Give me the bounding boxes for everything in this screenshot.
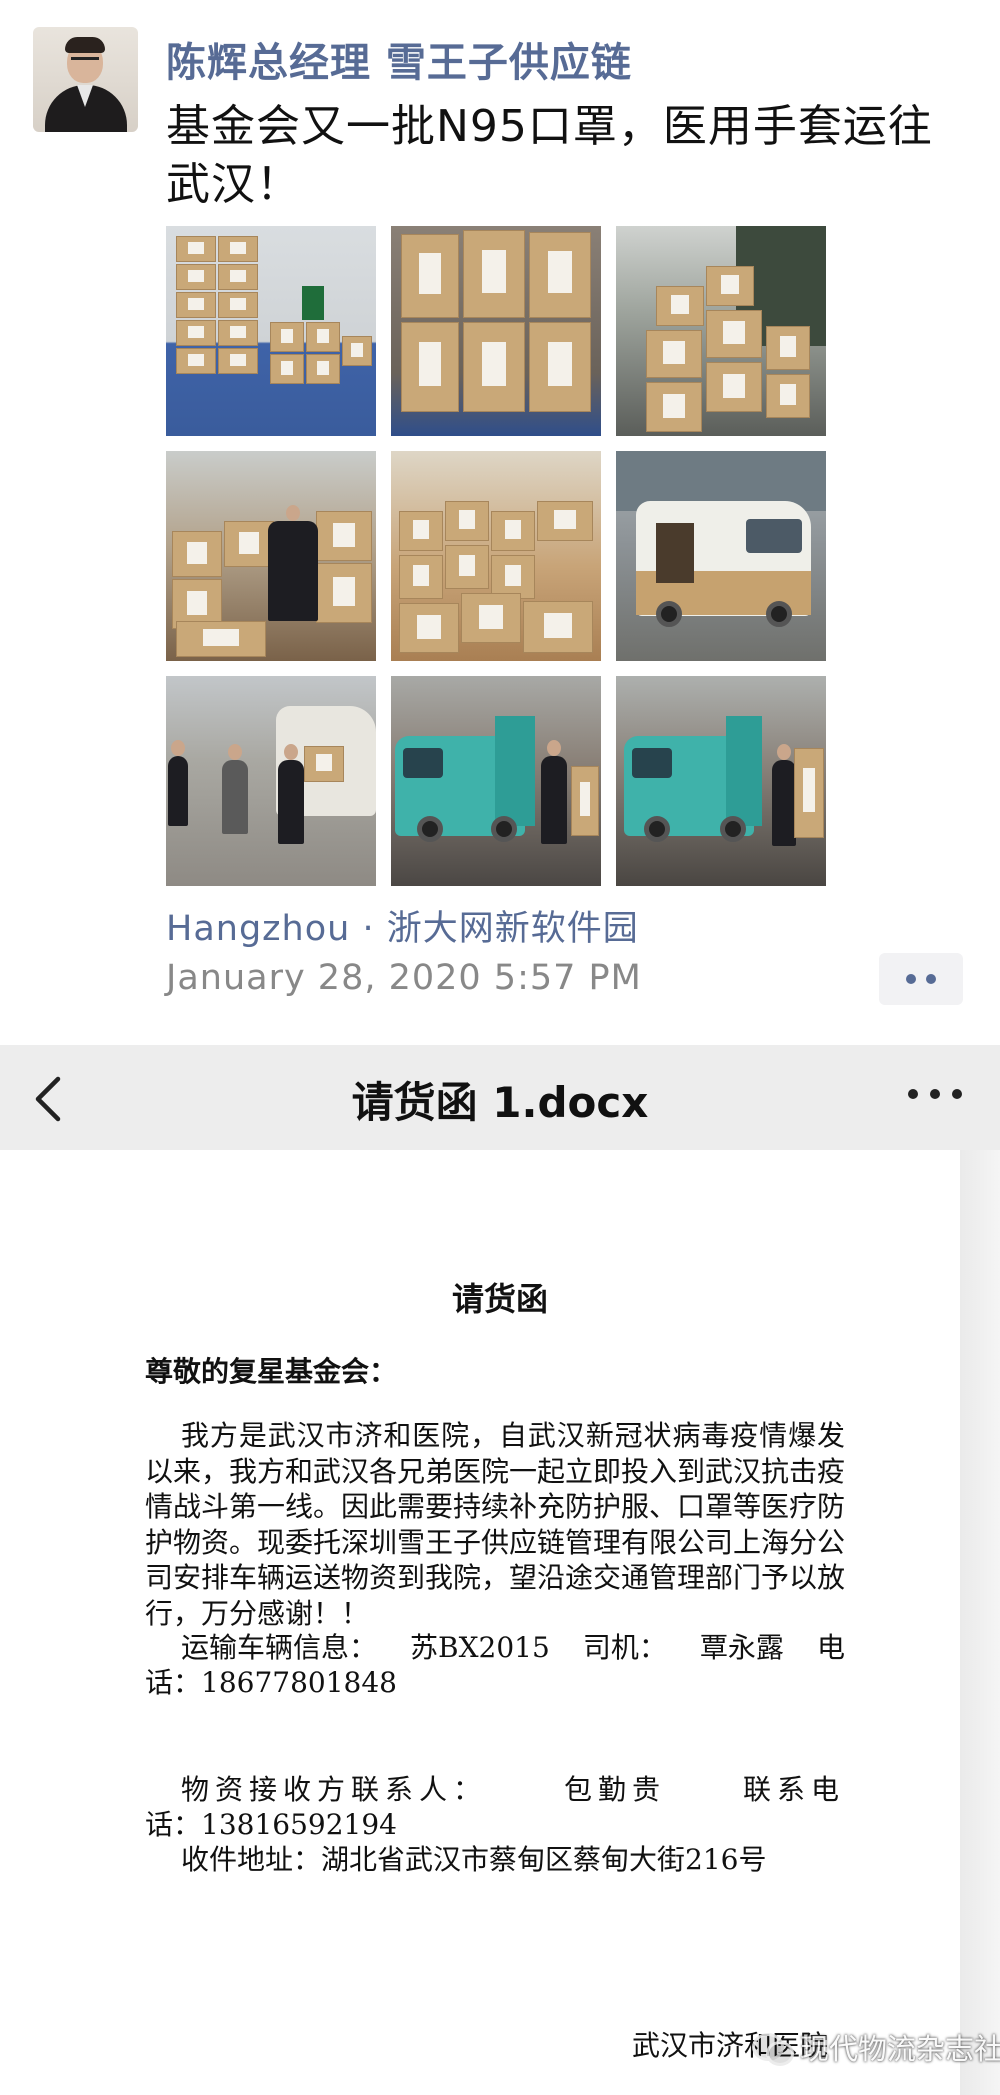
photo-stacked-cartons[interactable] <box>616 226 826 436</box>
photo-packed-room[interactable] <box>391 451 601 661</box>
vehicle-info-line: 运输车辆信息： 苏BX2015 司机： 覃永露 电 <box>145 1630 845 1666</box>
moments-post: 陈辉总经理 雪王子供应链 基金会又一批N95口罩，医用手套运往武汉！ Hangz… <box>0 0 1000 1045</box>
photo-boxes-on-pallet[interactable] <box>166 226 376 436</box>
driver-phone-line: 话：18677801848 <box>145 1665 845 1701</box>
letter-body: 我方是武汉市济和医院，自武汉新冠状病毒疫情爆发以来，我方和武汉各兄弟医院一起立即… <box>145 1419 846 1630</box>
more-dots-icon <box>930 1089 940 1099</box>
wechat-logo-icon <box>752 2031 794 2066</box>
more-dots-icon <box>952 1089 962 1099</box>
receiver-phone: 13816592194 <box>201 1808 397 1841</box>
vehicle-label: 运输车辆信息： <box>181 1631 378 1664</box>
vehicle-plate: 苏BX2015 <box>410 1631 550 1664</box>
photo-street-unloading[interactable] <box>166 676 376 886</box>
avatar[interactable] <box>33 27 138 132</box>
watermark: 现代物流杂志社 <box>752 2026 1000 2068</box>
receiver-line: 物资接收方联系人： 包勤贵 联系电 <box>145 1772 845 1808</box>
post-timestamp: January 28, 2020 5:57 PM <box>166 958 642 998</box>
more-dots-icon <box>906 974 916 984</box>
address-value: 湖北省武汉市蔡甸区蔡甸大街216号 <box>321 1843 767 1876</box>
driver-label: 司机： <box>582 1631 667 1664</box>
receiver-phone-label: 联系电 <box>742 1773 845 1806</box>
photo-grid <box>166 226 826 886</box>
address-label: 收件地址： <box>181 1843 322 1876</box>
address-line: 收件地址：湖北省武汉市蔡甸区蔡甸大街216号 <box>145 1842 845 1878</box>
avatar-glasses <box>71 57 99 63</box>
driver-phone-label-cont: 话： <box>145 1666 202 1699</box>
document-header: 请货函 1.docx <box>0 1045 1000 1150</box>
letter-title: 请货函 <box>451 1280 548 1318</box>
driver-phone-label: 电 <box>816 1631 845 1664</box>
more-dots-icon <box>926 974 936 984</box>
document-menu-button[interactable] <box>908 1087 962 1101</box>
letter-salutation: 尊敬的复星基金会： <box>145 1355 398 1388</box>
receiver-name: 包勤贵 <box>563 1773 666 1806</box>
watermark-text: 现代物流杂志社 <box>800 2032 1000 2066</box>
photo-teal-van-loading[interactable] <box>391 676 601 886</box>
photo-teal-van-loading-2[interactable] <box>616 676 826 886</box>
photo-worker-in-warehouse[interactable] <box>166 451 376 661</box>
receiver-phone-line: 话：13816592194 <box>145 1807 845 1843</box>
driver-name: 覃永露 <box>699 1631 784 1664</box>
photo-boxes-with-labels[interactable] <box>391 226 601 436</box>
more-dots-icon <box>908 1089 918 1099</box>
document-title: 请货函 1.docx <box>351 1078 649 1127</box>
author-name[interactable]: 陈辉总经理 雪王子供应链 <box>166 30 632 88</box>
receiver-label: 物资接收方联系人： <box>181 1773 488 1806</box>
post-location[interactable]: Hangzhou · 浙大网新软件园 <box>166 900 639 951</box>
driver-phone: 18677801848 <box>201 1666 397 1699</box>
avatar-hair <box>65 37 105 53</box>
comment-menu-button[interactable] <box>879 953 963 1005</box>
post-text: 基金会又一批N95口罩，医用手套运往武汉！ <box>166 101 933 210</box>
receiver-phone-label-cont: 话： <box>145 1808 202 1841</box>
document-viewer[interactable]: 请货函 尊敬的复星基金会： 我方是武汉市济和医院，自武汉新冠状病毒疫情爆发以来，… <box>0 1150 1000 2095</box>
photo-loaded-van[interactable] <box>616 451 826 661</box>
